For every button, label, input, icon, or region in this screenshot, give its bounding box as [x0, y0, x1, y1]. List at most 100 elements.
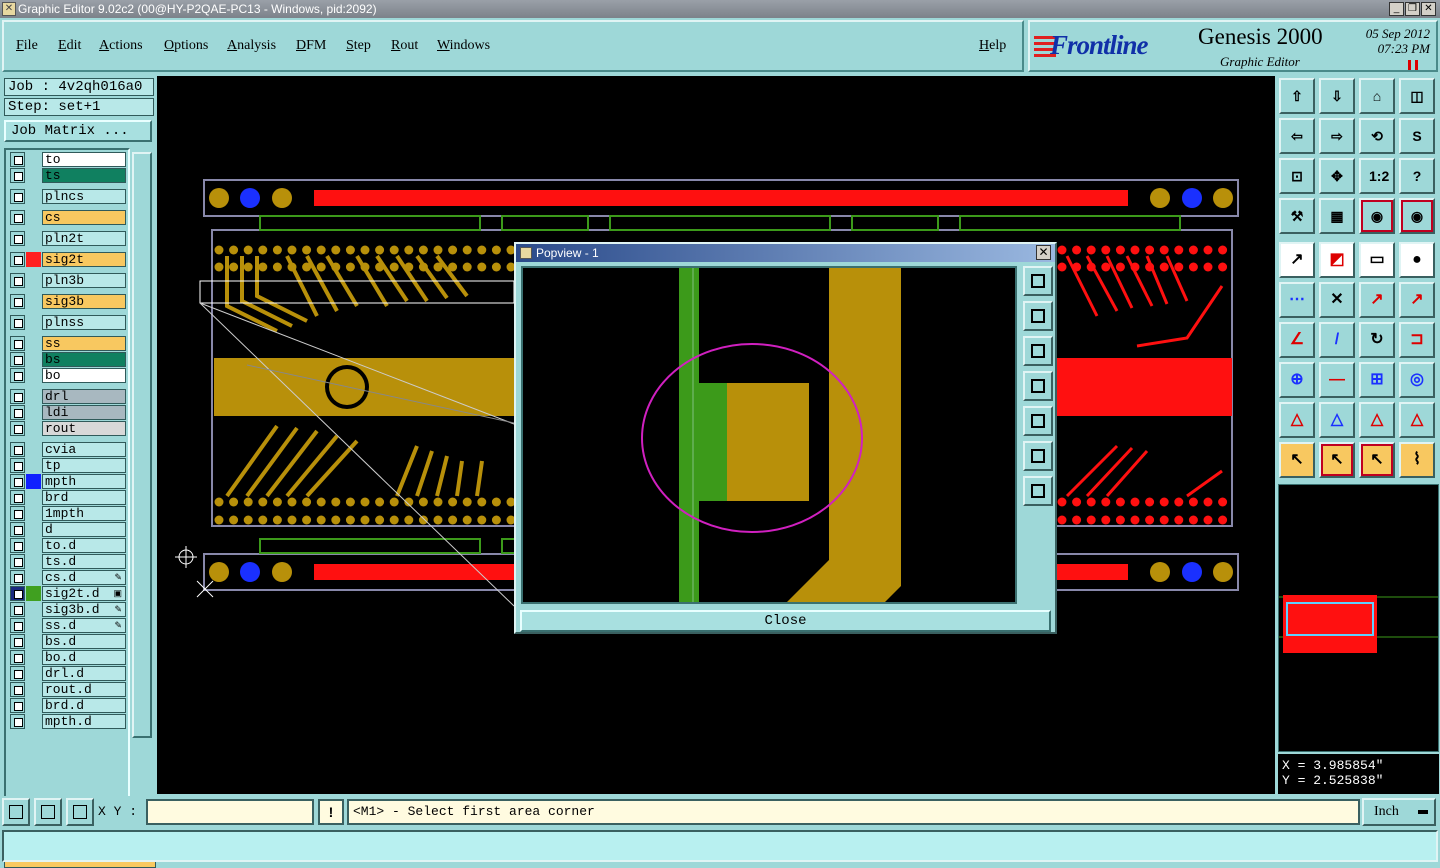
layer-color-swatch[interactable]	[26, 389, 41, 404]
popview-titlebar[interactable]: Popview - 1 ✕	[516, 244, 1055, 262]
layer-name[interactable]: sig3b.d ✎	[42, 602, 126, 617]
layer-row[interactable]: ss	[8, 336, 126, 351]
layer-name[interactable]: ts	[42, 168, 126, 183]
layer-row[interactable]: pln2t	[8, 231, 126, 246]
tool-button[interactable]: ◉	[1399, 198, 1435, 234]
layer-name[interactable]: ss.d ✎	[42, 618, 126, 633]
layer-name[interactable]: tp	[42, 458, 126, 473]
edit-tool-button[interactable]: —	[1319, 362, 1355, 398]
popview-canvas[interactable]	[521, 266, 1017, 604]
menu-file[interactable]: File	[16, 38, 38, 54]
edit-tool-button[interactable]: ↗	[1359, 282, 1395, 318]
layer-checkbox[interactable]	[10, 586, 25, 601]
layer-color-swatch[interactable]	[26, 273, 41, 288]
tool-button[interactable]: ⊡	[1279, 158, 1315, 194]
layer-color-swatch[interactable]	[26, 252, 41, 267]
layer-row[interactable]: bs	[8, 352, 126, 367]
layer-color-swatch[interactable]	[26, 666, 41, 681]
layer-checkbox[interactable]	[10, 352, 25, 367]
layer-checkbox[interactable]	[10, 294, 25, 309]
layer-name[interactable]: d	[42, 522, 126, 537]
tool-button[interactable]: ⌂	[1359, 78, 1395, 114]
layer-name[interactable]: bo.d	[42, 650, 126, 665]
layer-checkbox[interactable]	[10, 490, 25, 505]
menu-step[interactable]: Step	[346, 38, 371, 54]
edit-tool-button[interactable]: ↻	[1359, 322, 1395, 358]
layer-color-swatch[interactable]	[26, 152, 41, 167]
layer-checkbox[interactable]	[10, 506, 25, 521]
edit-tool-button[interactable]: ▭	[1359, 242, 1395, 278]
layer-checkbox[interactable]	[10, 389, 25, 404]
popview-close-icon[interactable]: ✕	[1036, 245, 1051, 260]
tool-button[interactable]: ◉	[1359, 198, 1395, 234]
layer-row[interactable]: ss.d ✎	[8, 618, 126, 633]
tool-button[interactable]: ⇩	[1319, 78, 1355, 114]
layer-name[interactable]: bs	[42, 352, 126, 367]
edit-tool-button[interactable]: /	[1319, 322, 1355, 358]
layer-checkbox[interactable]	[10, 474, 25, 489]
layer-color-swatch[interactable]	[26, 554, 41, 569]
job-matrix-button[interactable]: Job Matrix ...	[4, 120, 152, 142]
tool-button[interactable]: ◫	[1399, 78, 1435, 114]
popview-close-button[interactable]: Close	[520, 610, 1051, 632]
layer-name[interactable]: sig2t	[42, 252, 126, 267]
layer-color-swatch[interactable]	[26, 210, 41, 225]
layer-name[interactable]: rout.d	[42, 682, 126, 697]
layer-color-swatch[interactable]	[26, 421, 41, 436]
layer-row[interactable]: sig2t	[8, 252, 126, 267]
layer-name[interactable]: ldi	[42, 405, 126, 420]
layer-color-swatch[interactable]	[26, 570, 41, 585]
layer-checkbox[interactable]	[10, 634, 25, 649]
popview-tool-5[interactable]	[1023, 406, 1053, 436]
edit-tool-button[interactable]: ⊕	[1279, 362, 1315, 398]
layer-color-swatch[interactable]	[26, 538, 41, 553]
execute-button[interactable]: !	[318, 799, 344, 825]
layer-checkbox[interactable]	[10, 336, 25, 351]
layer-color-swatch[interactable]	[26, 168, 41, 183]
layer-name[interactable]: 1mpth	[42, 506, 126, 521]
xy-input[interactable]	[146, 799, 314, 825]
layer-row[interactable]: ldi	[8, 405, 126, 420]
tool-button[interactable]: S	[1399, 118, 1435, 154]
edit-tool-button[interactable]: ●	[1399, 242, 1435, 278]
edit-tool-button[interactable]: ↗	[1279, 242, 1315, 278]
layer-name[interactable]: to.d	[42, 538, 126, 553]
layer-checkbox[interactable]	[10, 602, 25, 617]
scrollbar-thumb[interactable]	[132, 152, 152, 738]
edit-tool-button[interactable]: ↖	[1279, 442, 1315, 478]
layer-row[interactable]: 1mpth	[8, 506, 126, 521]
minimize-button[interactable]: _	[1389, 2, 1404, 16]
layer-name[interactable]: brd	[42, 490, 126, 505]
menu-edit[interactable]: Edit	[58, 38, 81, 54]
layer-color-swatch[interactable]	[26, 442, 41, 457]
layer-row[interactable]: rout	[8, 421, 126, 436]
layer-row[interactable]: cs.d ✎	[8, 570, 126, 585]
layer-color-swatch[interactable]	[26, 714, 41, 729]
popview-tool-3[interactable]	[1023, 336, 1053, 366]
pause-icon[interactable]	[1408, 60, 1418, 70]
layer-row[interactable]: sig3b	[8, 294, 126, 309]
layer-checkbox[interactable]	[10, 698, 25, 713]
layer-row[interactable]: mpth.d	[8, 714, 126, 729]
layer-name[interactable]: ts.d	[42, 554, 126, 569]
layer-checkbox[interactable]	[10, 714, 25, 729]
layer-color-swatch[interactable]	[26, 634, 41, 649]
snap-button[interactable]	[2, 798, 30, 826]
layer-color-swatch[interactable]	[26, 522, 41, 537]
edit-tool-button[interactable]: △	[1279, 402, 1315, 438]
layer-checkbox[interactable]	[10, 522, 25, 537]
layer-color-swatch[interactable]	[26, 682, 41, 697]
units-select[interactable]: Inch	[1362, 798, 1436, 826]
layer-name[interactable]: sig2t.d ▣	[42, 586, 126, 601]
layer-checkbox[interactable]	[10, 570, 25, 585]
layer-checkbox[interactable]	[10, 421, 25, 436]
tool-button[interactable]: ⇧	[1279, 78, 1315, 114]
layer-name[interactable]: plncs	[42, 189, 126, 204]
layer-checkbox[interactable]	[10, 666, 25, 681]
layer-name[interactable]: drl	[42, 389, 126, 404]
edit-tool-button[interactable]: ↗	[1399, 282, 1435, 318]
layer-color-swatch[interactable]	[26, 405, 41, 420]
layer-checkbox[interactable]	[10, 650, 25, 665]
menu-actions[interactable]: Actions	[99, 38, 143, 54]
layer-color-swatch[interactable]	[26, 368, 41, 383]
